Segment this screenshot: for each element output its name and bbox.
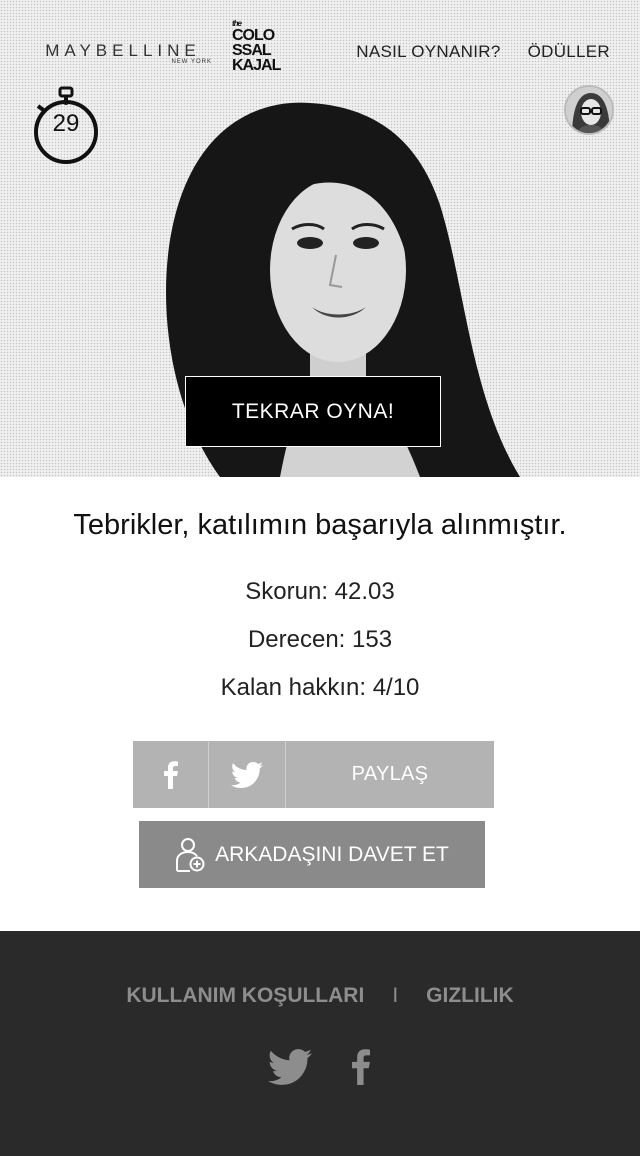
nav-how-to-play[interactable]: NASIL OYNANIR? (356, 42, 500, 62)
invite-friend-label: ARKADAŞINI DAVET ET (215, 842, 449, 866)
hero-banner: MAYBELLINE NEW YORK the COLO SSAL KAJAL … (0, 0, 640, 477)
share-twitter-button[interactable] (209, 741, 286, 808)
campaign-logo[interactable]: the COLO SSAL KAJAL (232, 20, 290, 92)
score-text: Skorun: 42.03 (245, 578, 395, 605)
result-title: Tebrikler, katılımın başarıyla alınmıştı… (73, 509, 567, 541)
campaign-logo-line-1: COLO (232, 27, 275, 44)
campaign-logo-line-2: SSAL (232, 42, 272, 59)
replay-button[interactable]: TEKRAR OYNA! (185, 376, 441, 447)
share-button[interactable]: PAYLAŞ (286, 741, 494, 808)
facebook-icon (352, 1049, 370, 1085)
footer-twitter-link[interactable] (268, 1049, 312, 1090)
footer: KULLANIM KOŞULLARI I GIZLILIK (0, 931, 640, 1156)
add-user-icon (176, 837, 205, 872)
share-facebook-button[interactable] (133, 741, 209, 808)
brand-logo[interactable]: MAYBELLINE NEW YORK (30, 42, 216, 65)
top-nav: NASIL OYNANIR? ÖDÜLLER (356, 42, 610, 62)
facebook-icon (163, 760, 178, 789)
timer-value: 29 (52, 110, 80, 137)
twitter-icon (231, 761, 263, 788)
brand-name: MAYBELLINE (45, 41, 201, 60)
countdown-timer: 29 (30, 80, 102, 168)
privacy-link[interactable]: GIZLILIK (426, 984, 514, 1008)
footer-separator: I (392, 984, 399, 1007)
nav-prizes[interactable]: ÖDÜLLER (528, 42, 610, 62)
rank-text: Derecen: 153 (247, 626, 393, 653)
user-avatar[interactable] (564, 85, 614, 135)
remaining-attempts-text: Kalan hakkın: 4/10 (220, 674, 420, 701)
footer-facebook-link[interactable] (350, 1049, 372, 1090)
twitter-icon (268, 1049, 312, 1085)
campaign-logo-line-3: KAJAL (232, 57, 281, 74)
footer-links: KULLANIM KOŞULLARI I GIZLILIK (0, 984, 640, 1008)
terms-link[interactable]: KULLANIM KOŞULLARI (126, 984, 364, 1008)
invite-friend-button[interactable]: ARKADAŞINI DAVET ET (139, 821, 485, 888)
share-bar: PAYLAŞ (133, 741, 494, 808)
footer-social (0, 1049, 640, 1090)
